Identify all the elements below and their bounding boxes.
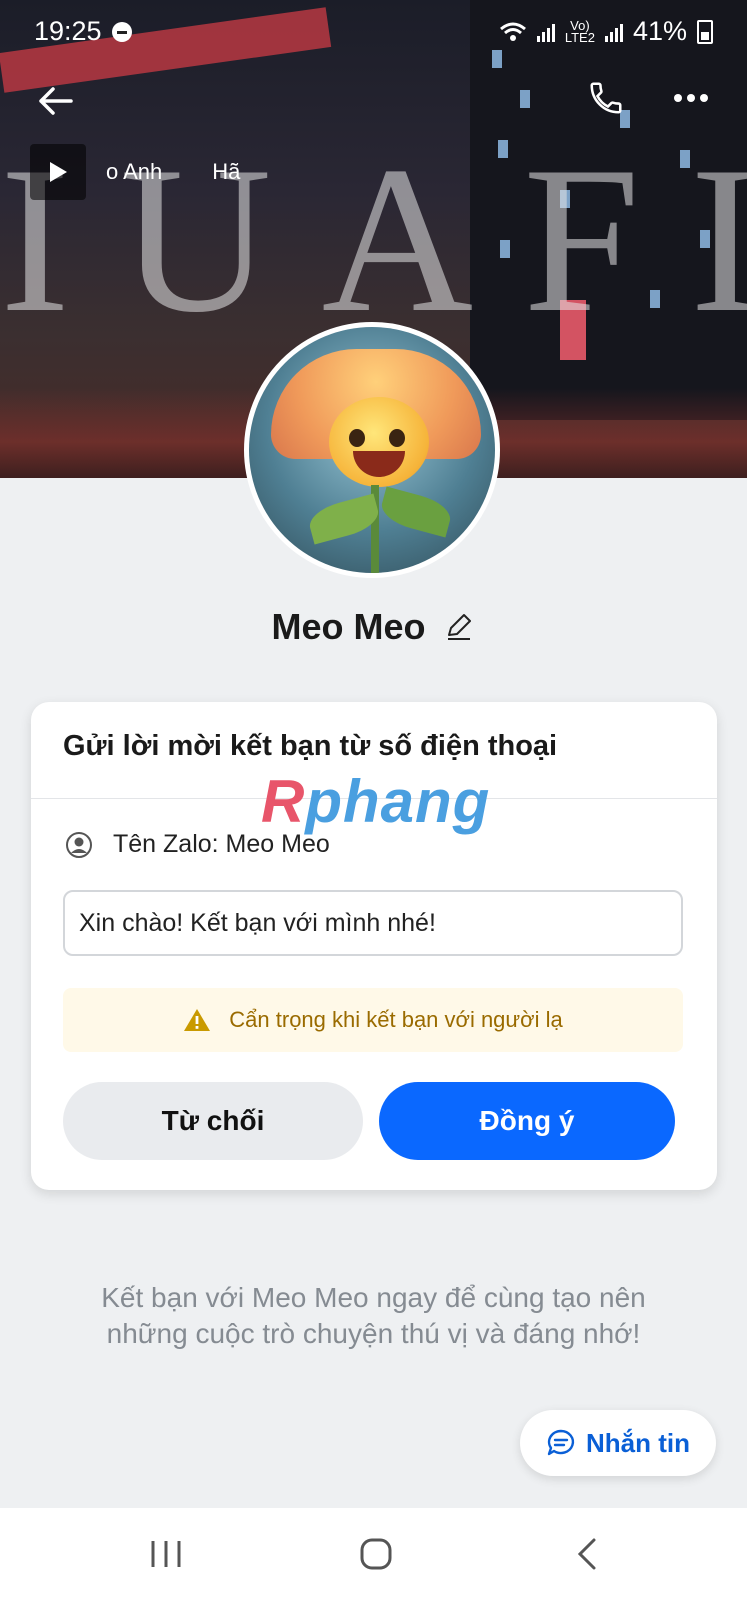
system-navigation-bar — [0, 1508, 747, 1600]
signal-icon — [536, 23, 555, 42]
phone-icon — [590, 82, 622, 114]
battery-percent: 41% — [632, 16, 687, 46]
decline-button[interactable]: Từ chối — [63, 1082, 363, 1160]
pencil-icon — [447, 614, 471, 640]
back-button[interactable] — [30, 76, 80, 126]
invitation-message-input[interactable] — [63, 890, 683, 956]
zalo-name-label: Tên Zalo: Meo Meo — [113, 830, 330, 858]
accept-button[interactable]: Đồng ý — [379, 1082, 675, 1160]
footer-line: Kết bạn với Meo Meo ngay để cùng tạo nên — [101, 1282, 646, 1313]
music-track-list: o Anh Hã — [106, 159, 240, 185]
profile-avatar[interactable] — [244, 322, 500, 578]
edit-name-button[interactable] — [442, 610, 476, 644]
system-back-button[interactable] — [556, 1528, 616, 1580]
play-button[interactable] — [30, 144, 86, 200]
profile-music-bar[interactable]: o Anh Hã — [30, 144, 240, 200]
recents-icon — [151, 1541, 181, 1567]
footer-invitation-text: Kết bạn với Meo Meo ngay để cùng tạo nên… — [0, 1280, 747, 1352]
music-track: o Anh — [106, 159, 163, 184]
home-icon — [360, 1538, 392, 1570]
profile-name: Meo Meo — [271, 606, 426, 647]
signal-icon-2 — [604, 23, 623, 42]
do-not-disturb-icon — [112, 22, 132, 42]
message-button[interactable]: Nhắn tin — [520, 1410, 716, 1476]
card-title: Gửi lời mời kết bạn từ số điện thoại — [63, 730, 558, 762]
battery-icon — [697, 19, 713, 44]
profile-name-row: Meo Meo — [0, 606, 747, 648]
warning-banner: Cẩn trọng khi kết bạn với người lạ — [63, 988, 683, 1052]
user-icon — [66, 831, 92, 858]
play-icon — [50, 162, 67, 182]
status-time: 19:25 — [34, 16, 102, 46]
more-options-button[interactable] — [666, 80, 716, 116]
volte-indicator: Vo) LTE2 — [564, 19, 595, 45]
warning-icon — [184, 1009, 211, 1031]
avatar-eye — [349, 429, 365, 447]
chevron-left-icon — [577, 1538, 596, 1570]
window — [520, 90, 530, 108]
chat-bubble-icon — [547, 1429, 575, 1456]
status-bar: 19:25 Vo) LTE2 41% — [0, 0, 747, 64]
lte-label: LTE2 — [564, 29, 595, 45]
warning-text: Cẩn trọng khi kết bạn với người lạ — [229, 1007, 563, 1032]
avatar-eye — [389, 429, 405, 447]
footer-line: những cuộc trò chuyện thú vị và đáng nhớ… — [106, 1318, 641, 1349]
call-button[interactable] — [584, 76, 628, 120]
arrow-left-icon — [39, 87, 73, 115]
music-track: Hã — [212, 159, 241, 184]
message-button-label: Nhắn tin — [586, 1427, 690, 1458]
recent-apps-button[interactable] — [136, 1528, 196, 1580]
friend-request-card: Gửi lời mời kết bạn từ số điện thoại Rph… — [31, 702, 717, 1190]
zalo-name-row: Tên Zalo: Meo Meo — [65, 830, 330, 859]
watermark-logo: Rphang — [261, 768, 491, 835]
wifi-icon — [499, 22, 526, 41]
more-dots-icon — [674, 94, 708, 102]
home-button[interactable] — [346, 1528, 406, 1580]
